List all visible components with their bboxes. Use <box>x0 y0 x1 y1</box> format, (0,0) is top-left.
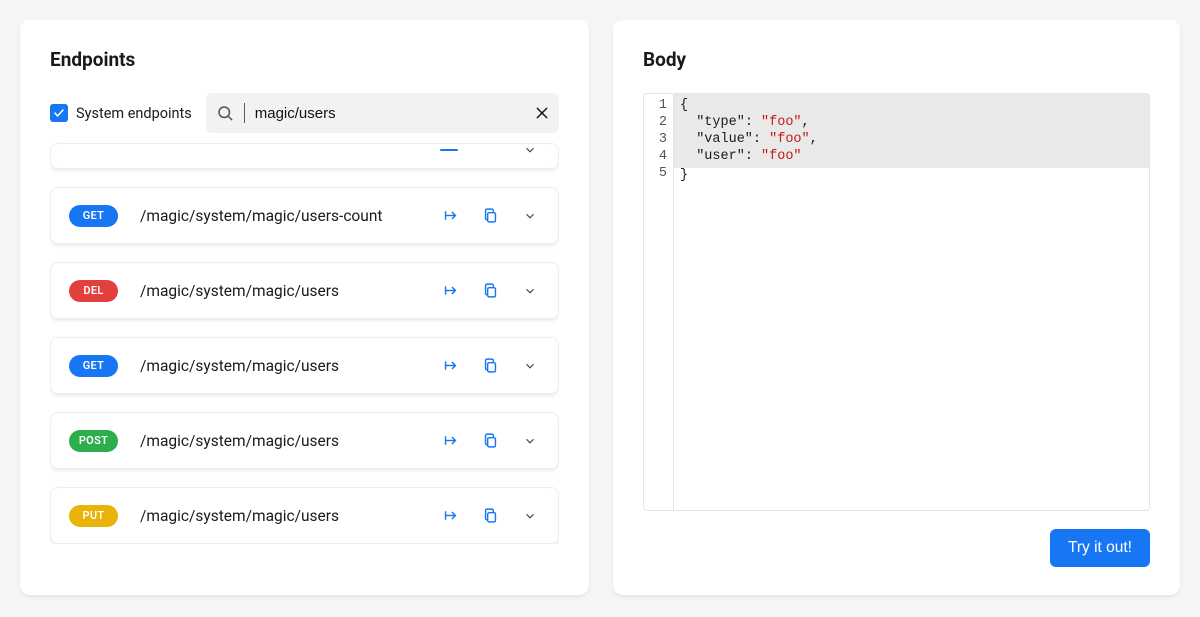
endpoint-row-partial <box>50 143 559 169</box>
endpoint-row[interactable]: GET /magic/system/magic/users-count <box>50 187 559 244</box>
forward-icon[interactable] <box>440 356 460 376</box>
copy-icon[interactable] <box>480 356 500 376</box>
forward-icon[interactable] <box>440 506 460 526</box>
endpoints-title: Endpoints <box>50 48 559 71</box>
method-badge: GET <box>69 355 118 377</box>
copy-icon[interactable] <box>480 431 500 451</box>
system-endpoints-checkbox-wrap: System endpoints <box>50 104 192 122</box>
chevron-down-icon[interactable] <box>520 281 540 301</box>
copy-icon[interactable] <box>480 281 500 301</box>
chevron-down-icon[interactable] <box>520 431 540 451</box>
endpoint-actions <box>440 281 540 301</box>
endpoint-list: GET /magic/system/magic/users-count DEL … <box>50 141 559 544</box>
forward-icon[interactable] <box>440 431 460 451</box>
endpoint-row[interactable]: DEL /magic/system/magic/users <box>50 262 559 319</box>
code-area[interactable]: { "type": "foo", "value": "foo", "user":… <box>674 94 1149 510</box>
system-endpoints-label: System endpoints <box>76 105 192 122</box>
collapse-line-icon <box>440 149 458 152</box>
try-it-out-button[interactable]: Try it out! <box>1050 529 1150 567</box>
method-badge: PUT <box>69 505 118 527</box>
body-panel: Body 1 2 3 4 5 { "type": "foo", "value":… <box>613 20 1180 595</box>
body-title: Body <box>643 48 1150 71</box>
search-divider <box>244 103 245 123</box>
method-badge: POST <box>69 430 118 452</box>
endpoint-search-input[interactable] <box>255 105 525 122</box>
body-editor[interactable]: 1 2 3 4 5 { "type": "foo", "value": "foo… <box>643 93 1150 511</box>
endpoint-actions <box>440 506 540 526</box>
forward-icon[interactable] <box>440 206 460 226</box>
clear-search-button[interactable] <box>535 106 549 120</box>
system-endpoints-checkbox[interactable] <box>50 104 68 122</box>
endpoint-actions <box>440 431 540 451</box>
code-rest: } <box>674 168 1149 189</box>
chevron-down-icon[interactable] <box>520 506 540 526</box>
check-icon <box>53 107 65 119</box>
endpoint-path: /magic/system/magic/users <box>140 282 418 300</box>
endpoint-actions <box>440 206 540 226</box>
code-highlighted-lines: { "type": "foo", "value": "foo", "user":… <box>674 94 1149 168</box>
method-badge: DEL <box>69 280 118 302</box>
method-badge: GET <box>69 205 118 227</box>
endpoint-path: /magic/system/magic/users <box>140 357 418 375</box>
search-icon <box>216 104 234 122</box>
endpoints-panel: Endpoints System endpoints <box>20 20 589 595</box>
endpoint-search <box>206 93 559 133</box>
endpoint-actions <box>440 356 540 376</box>
endpoint-row[interactable]: PUT /magic/system/magic/users <box>50 487 559 544</box>
chevron-down-icon[interactable] <box>520 356 540 376</box>
copy-icon[interactable] <box>480 206 500 226</box>
endpoint-row[interactable]: GET /magic/system/magic/users <box>50 337 559 394</box>
chevron-down-icon[interactable] <box>520 206 540 226</box>
endpoints-filters: System endpoints <box>50 93 559 133</box>
endpoint-path: /magic/system/magic/users <box>140 507 418 525</box>
copy-icon[interactable] <box>480 506 500 526</box>
endpoint-path: /magic/system/magic/users-count <box>140 207 418 225</box>
endpoint-path: /magic/system/magic/users <box>140 432 418 450</box>
try-row: Try it out! <box>643 511 1150 567</box>
line-gutter: 1 2 3 4 5 <box>644 94 674 510</box>
endpoint-row[interactable]: POST /magic/system/magic/users <box>50 412 559 469</box>
forward-icon[interactable] <box>440 281 460 301</box>
chevron-down-icon[interactable] <box>520 143 540 160</box>
